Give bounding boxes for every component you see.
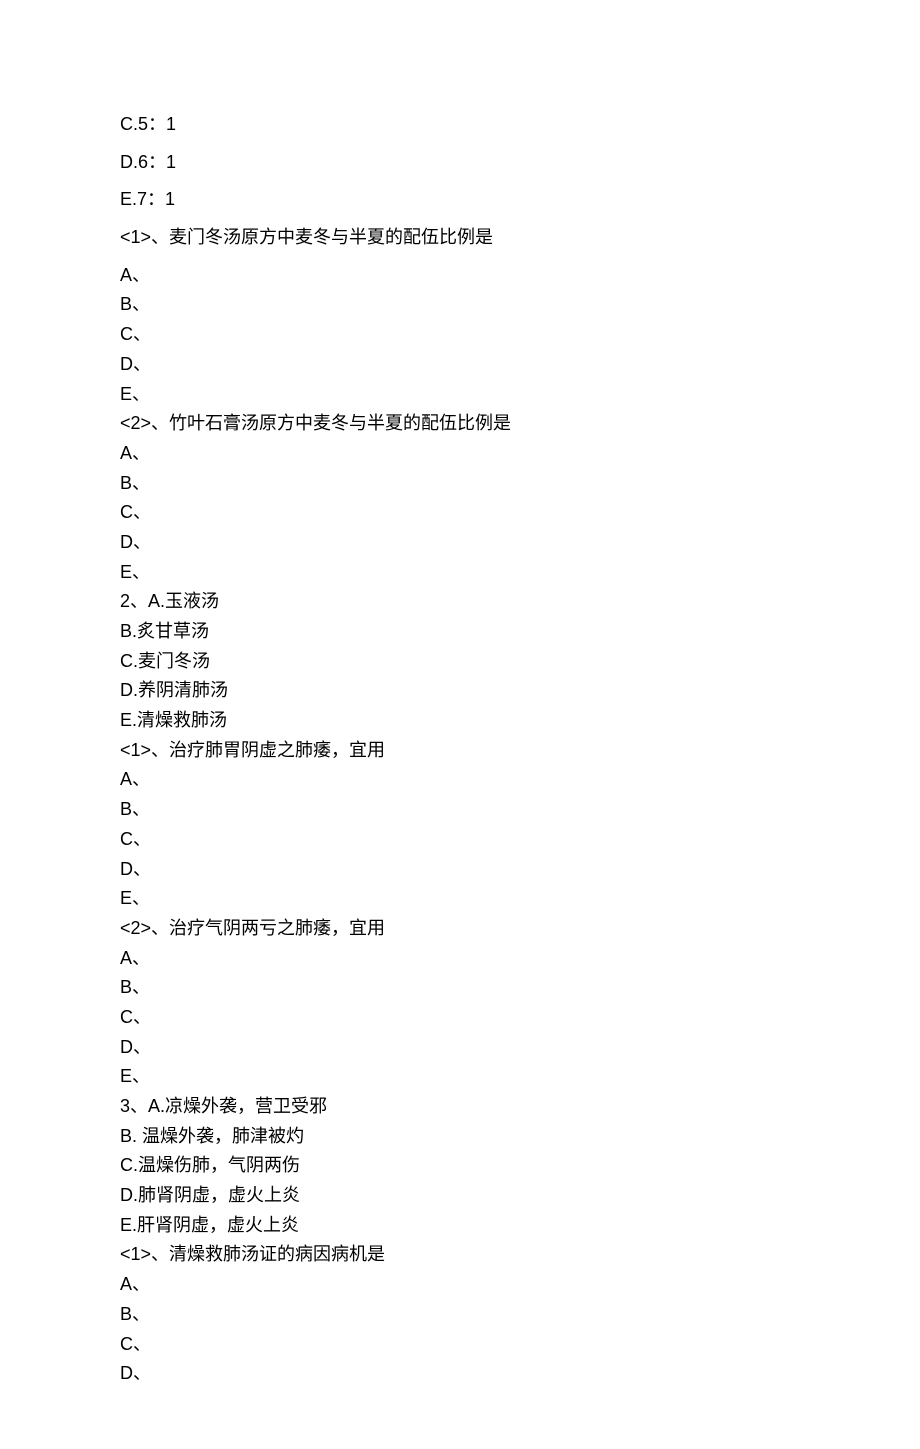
text-line: C、 (120, 320, 800, 350)
text-line: A、 (120, 439, 800, 469)
text-line: E.7：1 (120, 185, 800, 215)
text-line: D、 (120, 528, 800, 558)
text-line: C、 (120, 825, 800, 855)
document-content: C.5：1D.6：1E.7：1<1>、麦门冬汤原方中麦冬与半夏的配伍比例是A、B… (120, 110, 800, 1389)
text-line: E、 (120, 558, 800, 588)
text-line: D、 (120, 855, 800, 885)
text-line: C.温燥伤肺，气阴两伤 (120, 1151, 800, 1181)
text-line: C、 (120, 1003, 800, 1033)
text-line: A、 (120, 765, 800, 795)
text-line: D.肺肾阴虚，虚火上炎 (120, 1181, 800, 1211)
text-line: E、 (120, 380, 800, 410)
text-line: B. 温燥外袭，肺津被灼 (120, 1122, 800, 1152)
text-line: C、 (120, 1330, 800, 1360)
text-line: 3、A.凉燥外袭，营卫受邪 (120, 1092, 800, 1122)
text-line: A、 (120, 1270, 800, 1300)
text-line: C.5：1 (120, 110, 800, 140)
text-line: 2、A.玉液汤 (120, 587, 800, 617)
text-line: E.肝肾阴虚，虚火上炎 (120, 1211, 800, 1241)
text-line: D、 (120, 1359, 800, 1389)
text-line: <1>、清燥救肺汤证的病因病机是 (120, 1240, 800, 1270)
text-line: <2>、治疗气阴两亏之肺痿，宜用 (120, 914, 800, 944)
text-line: A、 (120, 261, 800, 291)
text-line: B.炙甘草汤 (120, 617, 800, 647)
text-line: C.麦门冬汤 (120, 647, 800, 677)
text-line: D.6：1 (120, 148, 800, 178)
text-line: E、 (120, 884, 800, 914)
text-line: B、 (120, 290, 800, 320)
text-line: D、 (120, 350, 800, 380)
text-line: A、 (120, 944, 800, 974)
text-line: B、 (120, 973, 800, 1003)
text-line: <2>、竹叶石膏汤原方中麦冬与半夏的配伍比例是 (120, 409, 800, 439)
text-line: B、 (120, 469, 800, 499)
text-line: D、 (120, 1033, 800, 1063)
text-line: D.养阴清肺汤 (120, 676, 800, 706)
text-line: E.清燥救肺汤 (120, 706, 800, 736)
text-line: E、 (120, 1062, 800, 1092)
document-page: C.5：1D.6：1E.7：1<1>、麦门冬汤原方中麦冬与半夏的配伍比例是A、B… (0, 0, 920, 1449)
text-line: <1>、麦门冬汤原方中麦冬与半夏的配伍比例是 (120, 223, 800, 253)
text-line: C、 (120, 498, 800, 528)
text-line: <1>、治疗肺胃阴虚之肺痿，宜用 (120, 736, 800, 766)
text-line: B、 (120, 795, 800, 825)
text-line: B、 (120, 1300, 800, 1330)
